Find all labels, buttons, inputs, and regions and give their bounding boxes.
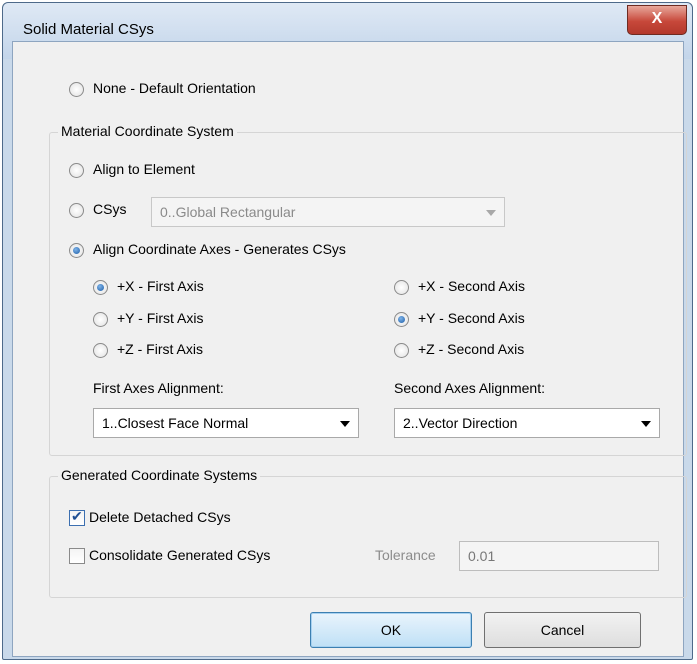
radio-second-axis-x[interactable] [394,280,409,295]
second-axes-alignment-dropdown[interactable]: 2..Vector Direction [394,408,660,438]
first-axis-z-label: +Z - First Axis [117,341,203,357]
first-axes-alignment-value: 1..Closest Face Normal [102,415,249,431]
dialog-title: Solid Material CSys [23,21,154,38]
radio-first-axis-z[interactable] [93,343,108,358]
first-axes-alignment-label: First Axes Alignment: [93,380,224,396]
consolidate-label: Consolidate Generated CSys [89,547,271,563]
dialog-body: None - Default Orientation Material Coor… [12,41,687,657]
second-axes-alignment-label: Second Axes Alignment: [394,380,545,396]
first-axis-y-label: +Y - First Axis [117,310,204,326]
material-cs-group-title: Material Coordinate System [58,123,237,139]
radio-first-axis-x[interactable] [93,280,108,295]
first-axis-x-label: +X - First Axis [117,278,204,294]
csys-label: CSys [93,201,127,217]
radio-first-axis-y[interactable] [93,312,108,327]
radio-align-to-element[interactable] [69,163,84,178]
radio-second-axis-z[interactable] [394,343,409,358]
generated-cs-group-title: Generated Coordinate Systems [58,467,261,483]
ok-button[interactable]: OK [310,612,472,648]
dialog-window: Solid Material CSys X None - Default Ori… [2,2,693,660]
none-default-label: None - Default Orientation [93,80,256,96]
tolerance-label: Tolerance [375,547,436,563]
generated-cs-group [49,476,687,598]
second-axis-z-label: +Z - Second Axis [418,341,525,357]
align-to-element-label: Align to Element [93,161,195,177]
radio-align-axes[interactable] [69,243,84,258]
chevron-down-icon [340,421,350,427]
tolerance-value: 0.01 [468,548,496,564]
radio-none-default[interactable] [69,82,84,97]
csys-dropdown-value: 0..Global Rectangular [160,204,296,220]
second-axis-y-label: +Y - Second Axis [418,310,525,326]
first-axes-alignment-dropdown[interactable]: 1..Closest Face Normal [93,408,359,438]
second-axis-x-label: +X - Second Axis [418,278,526,294]
chevron-down-icon [486,210,496,216]
cancel-button[interactable]: Cancel [484,612,641,648]
delete-detached-label: Delete Detached CSys [89,509,231,525]
chevron-down-icon [641,421,651,427]
consolidate-checkbox[interactable] [69,548,85,564]
close-icon: X [651,10,663,27]
align-axes-label: Align Coordinate Axes - Generates CSys [93,241,346,257]
tolerance-input[interactable]: 0.01 [459,541,659,571]
csys-dropdown[interactable]: 0..Global Rectangular [151,197,505,227]
radio-second-axis-y[interactable] [394,312,409,327]
radio-csys[interactable] [69,203,84,218]
delete-detached-checkbox[interactable] [69,508,85,526]
close-button[interactable]: X [627,5,687,35]
second-axes-alignment-value: 2..Vector Direction [403,415,518,431]
